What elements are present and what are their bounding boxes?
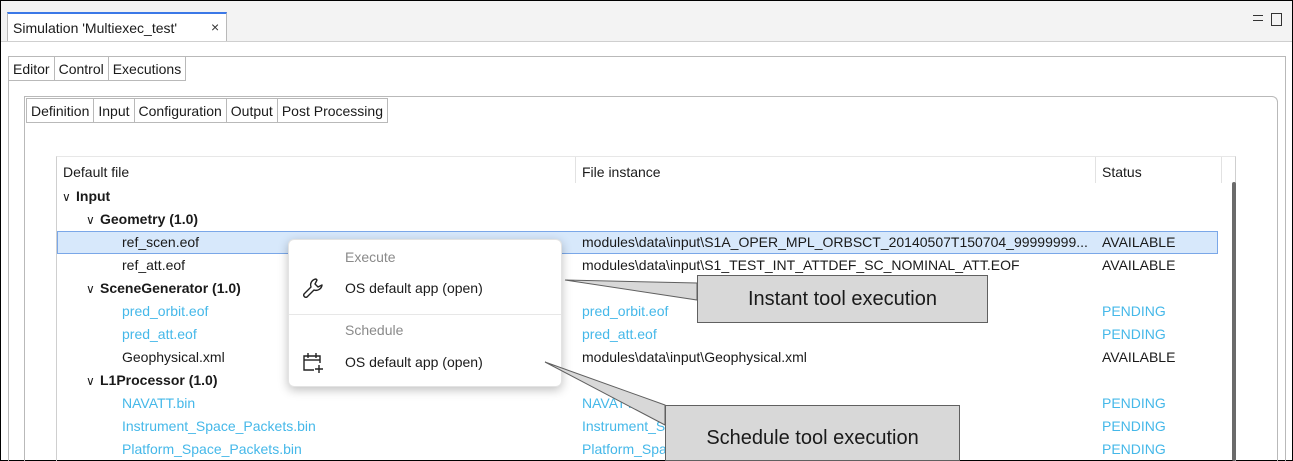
table-row-name[interactable]: pred_orbit.eof xyxy=(122,300,208,323)
callout-instant-tool-execution: Instant tool execution xyxy=(697,275,988,323)
tab-definition[interactable]: Definition xyxy=(26,98,95,123)
table-row-instance[interactable]: modules\data\input\S1A_OPER_MPL_ORBSCT_2… xyxy=(582,231,1088,254)
table-row-instance[interactable]: modules\data\input\S1_TEST_INT_ATTDEF_SC… xyxy=(582,254,1020,277)
table-row-name[interactable]: Instrument_Space_Packets.bin xyxy=(122,415,316,438)
close-icon[interactable]: × xyxy=(211,19,219,35)
context-menu: Execute OS default app (open) Schedule O… xyxy=(288,239,562,387)
table-row-instance[interactable]: modules\data\input\Geophysical.xml xyxy=(582,346,807,369)
menu-item-label: OS default app (open) xyxy=(345,280,483,296)
chevron-down-icon[interactable]: ∨ xyxy=(86,209,100,232)
table-row-name[interactable]: NAVATT.bin xyxy=(122,392,195,415)
chevron-down-icon[interactable]: ∨ xyxy=(86,370,100,393)
table-row-status: PENDING xyxy=(1102,326,1166,342)
minimize-icon[interactable] xyxy=(1253,15,1263,21)
tree-group-l1processor[interactable]: ∨ L1Processor (1.0) xyxy=(86,369,218,392)
tree-group-label: Input xyxy=(76,188,111,204)
editor-tab-simulation[interactable]: Simulation 'Multiexec_test' × xyxy=(7,12,227,41)
table-row-instance[interactable]: pred_att.eof xyxy=(582,323,657,346)
tab-control[interactable]: Control xyxy=(54,56,109,81)
sub-tab-strip: Definition Input Configuration Output Po… xyxy=(26,98,388,123)
column-divider xyxy=(1221,157,1222,183)
tab-output[interactable]: Output xyxy=(226,98,278,123)
editor-tab-label: Simulation 'Multiexec_test' xyxy=(13,20,178,36)
table-row-status: PENDING xyxy=(1102,395,1166,411)
vertical-scrollbar[interactable] xyxy=(1232,182,1236,461)
tree-group-geometry[interactable]: ∨ Geometry (1.0) xyxy=(86,208,198,231)
column-header-default-file[interactable]: Default file xyxy=(63,164,129,180)
tab-input[interactable]: Input xyxy=(94,98,135,123)
table-row-status: AVAILABLE xyxy=(1102,234,1176,250)
chevron-down-icon[interactable]: ∨ xyxy=(86,278,100,301)
tree-group-scenegenerator[interactable]: ∨ SceneGenerator (1.0) xyxy=(86,277,241,300)
table-row-name[interactable]: ref_scen.eof xyxy=(122,231,199,254)
table-row-status: AVAILABLE xyxy=(1102,257,1176,273)
tab-executions[interactable]: Executions xyxy=(108,56,187,81)
tab-editor[interactable]: Editor xyxy=(8,56,55,81)
table-row-name[interactable]: pred_att.eof xyxy=(122,323,197,346)
column-divider[interactable] xyxy=(1095,157,1096,183)
table-row-status: PENDING xyxy=(1102,303,1166,319)
maximize-icon[interactable] xyxy=(1271,13,1282,26)
tree-group-label: SceneGenerator (1.0) xyxy=(100,280,241,296)
callout-label: Instant tool execution xyxy=(747,287,937,310)
column-divider[interactable] xyxy=(575,157,576,183)
menu-item-label: OS default app (open) xyxy=(345,354,483,370)
menu-separator xyxy=(289,314,561,315)
table-row-status: AVAILABLE xyxy=(1102,349,1176,365)
tab-configuration[interactable]: Configuration xyxy=(134,98,227,123)
tree-group-input[interactable]: ∨ Input xyxy=(62,185,110,208)
column-header-file-instance[interactable]: File instance xyxy=(582,164,661,180)
table-row-instance[interactable]: NAVATT.bin xyxy=(582,392,655,415)
callout-label: Schedule tool execution xyxy=(706,427,919,449)
table-row-name[interactable]: ref_att.eof xyxy=(122,254,185,277)
menu-item-execute-os-default-app[interactable]: OS default app (open) xyxy=(289,272,561,306)
menu-section-schedule: Schedule xyxy=(345,322,404,338)
top-tab-strip: Editor Control Executions xyxy=(8,56,187,81)
tree-group-label: Geometry (1.0) xyxy=(100,211,199,227)
table-row-instance[interactable]: pred_orbit.eof xyxy=(582,300,668,323)
table-row-status: PENDING xyxy=(1102,441,1166,457)
calendar-add-icon xyxy=(301,350,325,379)
column-header-status[interactable]: Status xyxy=(1102,164,1142,180)
wrench-icon xyxy=(301,276,325,305)
editor-tab-bar: Simulation 'Multiexec_test' × xyxy=(1,1,1292,42)
table-row-name[interactable]: Platform_Space_Packets.bin xyxy=(122,438,302,461)
tree-group-label: L1Processor (1.0) xyxy=(100,372,218,388)
table-row-status: PENDING xyxy=(1102,418,1166,434)
tab-post-processing[interactable]: Post Processing xyxy=(277,98,388,123)
menu-section-execute: Execute xyxy=(345,249,396,265)
callout-schedule-tool-execution: Schedule tool execution xyxy=(665,405,960,461)
menu-item-schedule-os-default-app[interactable]: OS default app (open) xyxy=(289,346,561,380)
chevron-down-icon[interactable]: ∨ xyxy=(62,186,76,209)
table-row-name[interactable]: Geophysical.xml xyxy=(122,346,225,369)
